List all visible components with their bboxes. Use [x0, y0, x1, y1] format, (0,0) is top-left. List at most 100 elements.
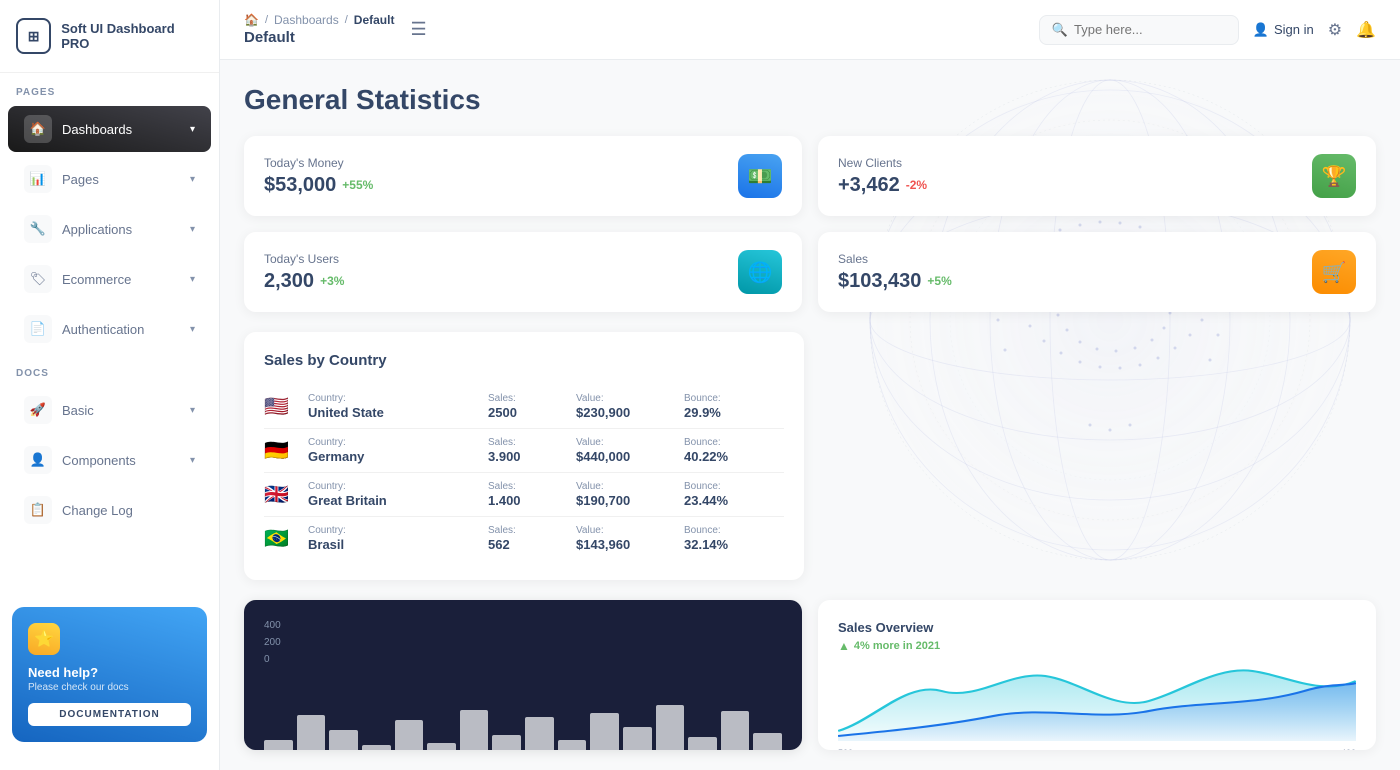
- country-table: 🇺🇸 Country: United State Sales: 2500 Val…: [264, 385, 784, 560]
- sidebar-label-applications: Applications: [62, 222, 132, 237]
- so-y1: 500: [838, 748, 853, 750]
- sidebar-label-changelog: Change Log: [62, 503, 133, 518]
- docs-section-label: DOCS: [0, 354, 219, 385]
- star-icon: ⭐: [28, 623, 60, 655]
- bar: [590, 713, 619, 750]
- stat-card-money: Today's Money $53,000 +55% 💵: [244, 136, 802, 216]
- country-flag: 🇬🇧: [264, 482, 300, 507]
- app-name: Soft UI Dashboard PRO: [61, 21, 203, 51]
- country-flag: 🇧🇷: [264, 526, 300, 551]
- signin-button[interactable]: 👤 Sign in: [1253, 22, 1314, 38]
- bar-y-200: 200: [264, 637, 281, 648]
- content-area: General Statistics Today's Money $53,000…: [220, 60, 1400, 770]
- stat-value-users: 2,300: [264, 270, 314, 293]
- bar: [264, 740, 293, 750]
- search-input[interactable]: [1074, 22, 1224, 37]
- page-title: Default: [244, 29, 394, 46]
- stat-label-clients: New Clients: [838, 156, 927, 170]
- stat-label-users: Today's Users: [264, 252, 344, 266]
- hamburger-menu[interactable]: ☰: [410, 19, 426, 40]
- breadcrumb-current: Default: [354, 13, 395, 27]
- page-heading: General Statistics: [244, 84, 1376, 116]
- chevron-applications: ▾: [190, 224, 195, 235]
- settings-icon[interactable]: ⚙: [1328, 20, 1342, 40]
- logo-icon: ⊞: [16, 18, 51, 54]
- bell-icon[interactable]: 🔔: [1356, 20, 1376, 40]
- bar: [623, 727, 652, 750]
- bar: [558, 740, 587, 750]
- stat-icon-sales: 🛒: [1312, 250, 1356, 294]
- stats-row: Today's Money $53,000 +55% 💵 New Clients…: [244, 136, 1376, 312]
- bar: [492, 735, 521, 750]
- country-table-row: 🇬🇧 Country: Great Britain Sales: 1.400 V…: [264, 473, 784, 517]
- bar: [656, 705, 685, 750]
- home-icon: 🏠: [244, 13, 259, 27]
- chevron-authentication: ▾: [190, 324, 195, 335]
- bar-y-400: 400: [264, 620, 281, 631]
- so-y2: 400: [1341, 748, 1356, 750]
- stat-icon-money: 💵: [738, 154, 782, 198]
- bar: [297, 715, 326, 750]
- stat-card-sales: Sales $103,430 +5% 🛒: [818, 232, 1376, 312]
- stat-change-clients: -2%: [906, 178, 927, 192]
- sidebar-label-dashboards: Dashboards: [62, 122, 132, 137]
- sidebar-label-authentication: Authentication: [62, 322, 144, 337]
- sales-country-title: Sales by Country: [264, 352, 784, 369]
- bar: [460, 710, 489, 750]
- main-area: 🏠 / Dashboards / Default Default ☰ 🔍 👤 S…: [220, 0, 1400, 770]
- sidebar-item-applications[interactable]: 🔧 Applications ▾: [8, 206, 211, 252]
- sidebar-item-authentication[interactable]: 📄 Authentication ▾: [8, 306, 211, 352]
- sidebar-label-ecommerce: Ecommerce: [62, 272, 131, 287]
- stat-value-clients: +3,462: [838, 174, 900, 197]
- search-icon: 🔍: [1052, 22, 1068, 38]
- bar: [395, 720, 424, 750]
- basic-icon: 🚀: [24, 396, 52, 424]
- sidebar-label-basic: Basic: [62, 403, 94, 418]
- sidebar-item-components[interactable]: 👤 Components ▾: [8, 437, 211, 483]
- stat-icon-clients: 🏆: [1312, 154, 1356, 198]
- sidebar-item-pages[interactable]: 📊 Pages ▾: [8, 156, 211, 202]
- sidebar: ⊞ Soft UI Dashboard PRO PAGES 🏠 Dashboar…: [0, 0, 220, 770]
- bar-chart-card: 400 200 0: [244, 600, 802, 750]
- chevron-basic: ▾: [190, 405, 195, 416]
- documentation-button[interactable]: DOCUMENTATION: [28, 703, 191, 726]
- breadcrumb: 🏠 / Dashboards / Default: [244, 13, 394, 27]
- bottom-charts-row: 400 200 0 Sales Overview ▲: [244, 600, 1376, 750]
- user-icon: 👤: [1253, 22, 1269, 38]
- chevron-ecommerce: ▾: [190, 274, 195, 285]
- bar: [427, 743, 456, 750]
- authentication-icon: 📄: [24, 315, 52, 343]
- stat-label-sales: Sales: [838, 252, 952, 266]
- stat-change-money: +55%: [342, 178, 373, 192]
- bar: [329, 730, 358, 750]
- help-title: Need help?: [28, 665, 191, 680]
- sidebar-label-pages: Pages: [62, 172, 99, 187]
- stat-value-sales: $103,430: [838, 270, 921, 293]
- breadcrumb-dashboards: Dashboards: [274, 13, 339, 27]
- breadcrumb-block: 🏠 / Dashboards / Default Default: [244, 13, 394, 46]
- stat-card-clients: New Clients +3,462 -2% 🏆: [818, 136, 1376, 216]
- changelog-icon: 📋: [24, 496, 52, 524]
- sidebar-item-ecommerce[interactable]: 🏷 Ecommerce ▾: [8, 256, 211, 302]
- stat-value-money: $53,000: [264, 174, 336, 197]
- bar: [362, 745, 391, 750]
- stat-change-sales: +5%: [927, 274, 951, 288]
- sidebar-item-basic[interactable]: 🚀 Basic ▾: [8, 387, 211, 433]
- pages-icon: 📊: [24, 165, 52, 193]
- chevron-dashboards: ▾: [190, 124, 195, 135]
- chevron-components: ▾: [190, 455, 195, 466]
- bar: [753, 733, 782, 750]
- search-bar[interactable]: 🔍: [1039, 15, 1239, 45]
- bar-y-0: 0: [264, 654, 270, 665]
- country-table-row: 🇩🇪 Country: Germany Sales: 3.900 Value: …: [264, 429, 784, 473]
- dashboards-icon: 🏠: [24, 115, 52, 143]
- stat-label-money: Today's Money: [264, 156, 373, 170]
- bar: [525, 717, 554, 750]
- sales-country-card: Sales by Country 🇺🇸 Country: United Stat…: [244, 332, 804, 580]
- sidebar-item-changelog[interactable]: 📋 Change Log: [8, 487, 211, 533]
- stat-icon-users: 🌐: [738, 250, 782, 294]
- pages-section-label: PAGES: [0, 73, 219, 104]
- sidebar-item-dashboards[interactable]: 🏠 Dashboards ▾: [8, 106, 211, 152]
- stat-change-users: +3%: [320, 274, 344, 288]
- sales-overview-chart: 500 400: [838, 661, 1356, 741]
